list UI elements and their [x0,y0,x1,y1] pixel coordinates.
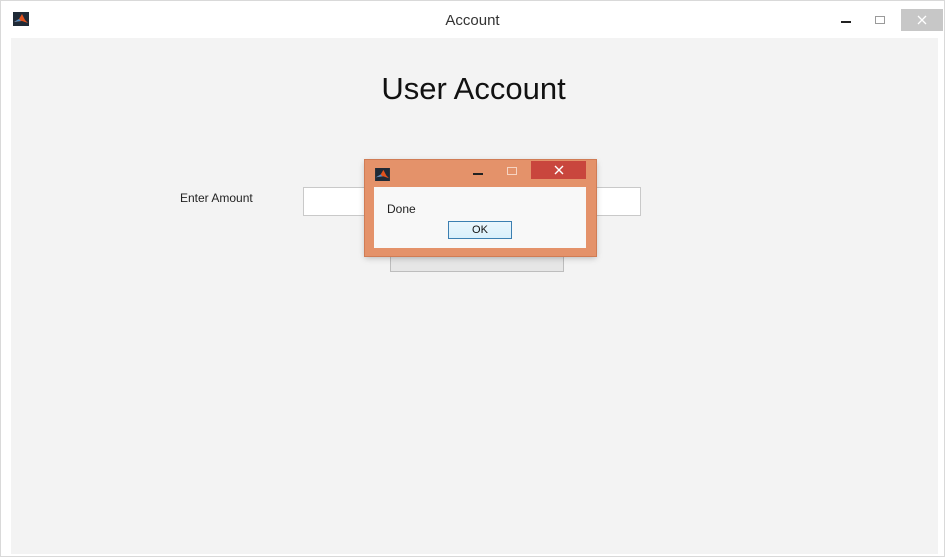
window-frame-right [938,38,944,556]
minimize-icon [473,173,483,175]
close-icon [917,15,927,25]
dialog-message: Done [387,202,416,216]
matlab-icon [375,168,390,181]
close-icon [554,165,563,175]
client-area [11,38,938,554]
dialog-minimize-button[interactable] [469,163,487,181]
amount-label: Enter Amount [180,191,253,205]
minimize-icon [841,21,851,23]
dialog-maximize-button[interactable] [505,164,519,178]
ok-button[interactable]: OK [448,221,512,239]
maximize-button[interactable] [867,9,893,31]
dialog-body: Done OK [374,187,586,248]
maximize-icon [875,16,885,24]
window-frame-left [1,38,11,556]
page-title: User Account [381,71,566,106]
dialog-close-button[interactable] [531,161,586,179]
minimize-button[interactable] [833,9,859,31]
title-bar[interactable]: Account [1,1,944,38]
window-title: Account [445,12,500,29]
message-dialog: Done OK [365,160,596,256]
main-window: Account User Account Enter Amount Done O… [0,0,945,557]
close-button[interactable] [901,9,943,31]
maximize-icon [507,167,517,175]
